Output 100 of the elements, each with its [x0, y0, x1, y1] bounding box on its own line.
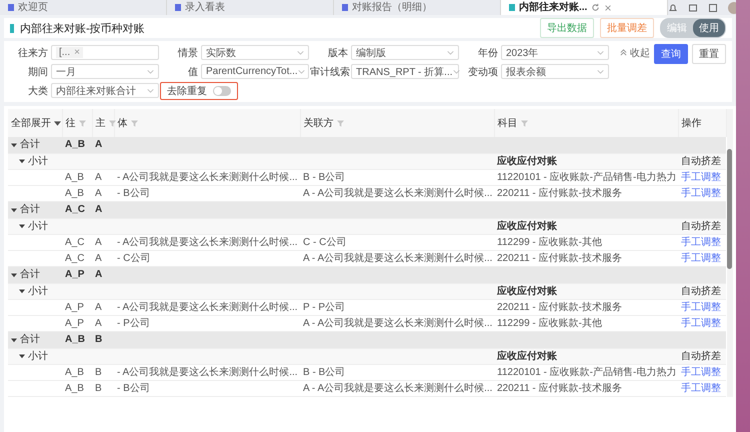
select-field[interactable]: 2023年 — [501, 45, 609, 60]
table-cell: - A公司我就是要这么长来测测什么时候... — [114, 364, 300, 380]
table-cell: A_B — [62, 380, 92, 396]
mode-option[interactable]: 使用 — [693, 19, 725, 37]
caret-icon[interactable] — [11, 142, 17, 148]
filter-label: 值 — [187, 66, 198, 78]
select-field[interactable]: 报表余额 — [501, 64, 609, 79]
dropdown-caret-icon[interactable] — [298, 70, 305, 74]
caret-icon[interactable] — [54, 120, 61, 126]
adjust-link[interactable]: 手工调整 — [681, 302, 721, 313]
select-field[interactable]: 编制版 — [351, 45, 459, 60]
select-field[interactable]: 实际数 — [201, 45, 309, 60]
query-button[interactable]: 查询 — [654, 44, 688, 64]
select-field[interactable]: 一月 — [51, 64, 159, 79]
adjust-link[interactable]: 手工调整 — [681, 383, 721, 394]
adjust-link[interactable]: 手工调整 — [681, 253, 721, 264]
dropdown-caret-icon[interactable] — [147, 88, 154, 92]
caret-icon[interactable] — [11, 336, 17, 342]
caret-icon[interactable] — [19, 353, 25, 359]
dropdown-caret-icon[interactable] — [147, 70, 154, 74]
page-tab[interactable]: 欢迎页 — [0, 0, 167, 15]
close-icon[interactable] — [604, 4, 612, 12]
adjust-link[interactable]: 手工调整 — [681, 318, 721, 329]
column-header[interactable]: 关联方 — [300, 109, 494, 137]
multi-select-field[interactable]: [... × — [51, 45, 159, 60]
table-cell: A_B — [62, 170, 92, 186]
group-cell[interactable]: 合计 — [8, 137, 62, 153]
group-cell[interactable]: 合计 — [8, 202, 62, 218]
table-cell: B — [92, 332, 114, 348]
table-cell: B — [92, 380, 114, 396]
adjust-link[interactable]: 手工调整 — [681, 237, 721, 248]
table-cell: A — [92, 170, 114, 186]
select-field[interactable]: TRANS_RPT - 折算... — [351, 64, 459, 79]
table-cell: A — [92, 300, 114, 316]
table-cell: P - P公司 — [300, 300, 494, 316]
column-header[interactable]: 全部展开 — [8, 109, 62, 137]
adjust-link[interactable]: 手工调整 — [681, 188, 721, 199]
caret-icon[interactable] — [19, 158, 25, 164]
subtotal-cell[interactable]: 小计 — [8, 153, 62, 170]
reset-button[interactable]: 重置 — [692, 44, 726, 64]
adjust-link[interactable]: 手工调整 — [681, 367, 721, 378]
page-icon — [509, 4, 515, 11]
select-field[interactable]: ParentCurrencyTot... — [201, 64, 309, 79]
filter-label: 期间 — [27, 66, 48, 78]
table-cell: A — [92, 137, 114, 153]
collapse-link[interactable]: 收起 — [620, 44, 650, 61]
caret-icon[interactable] — [19, 223, 25, 229]
screen-icon[interactable] — [708, 2, 718, 12]
filter-label: 年份 — [477, 46, 498, 60]
page-tab[interactable]: 录入看表 — [167, 0, 334, 15]
column-header[interactable]: 体 — [114, 109, 300, 137]
table-cell: 自动挤差 — [678, 283, 726, 300]
table-cell: 应收应付对账 — [494, 283, 678, 300]
group-cell[interactable]: 合计 — [8, 266, 62, 283]
table-cell: A — [92, 202, 114, 218]
bell-icon[interactable] — [668, 2, 678, 12]
caret-icon[interactable] — [11, 206, 17, 212]
table-cell: - A公司我就是要这么长来测测什么时候... — [114, 300, 300, 316]
scrollbar-thumb[interactable] — [726, 149, 732, 269]
double-chevron-icon[interactable] — [620, 49, 627, 56]
column-header[interactable]: 主 — [92, 109, 114, 137]
column-header[interactable]: 操作 — [678, 109, 726, 137]
table-cell: A_P — [62, 266, 92, 283]
dropdown-caret-icon[interactable] — [297, 50, 304, 54]
dropdown-caret-icon[interactable] — [597, 70, 604, 74]
table-cell: A_B — [62, 137, 92, 153]
filter-label: 版本 — [327, 46, 348, 60]
dropdown-caret-icon[interactable] — [452, 70, 460, 74]
table-cell: B — [92, 364, 114, 380]
subtotal-cell[interactable]: 小计 — [8, 283, 62, 300]
table-cell: A_C — [62, 202, 92, 218]
page-icon — [175, 4, 181, 11]
table-cell: A — [92, 234, 114, 250]
table-cell: - A公司我就是要这么长来测测什么时候... — [114, 234, 300, 250]
table-cell: 220211 - 应付账款-技术服务 — [494, 380, 678, 396]
adjust-link[interactable]: 手工调整 — [681, 172, 721, 183]
subtotal-cell[interactable]: 小计 — [8, 348, 62, 364]
page-tab[interactable]: 内部往来对账... — [501, 0, 668, 15]
table-cell: 自动挤差 — [678, 348, 726, 364]
column-header[interactable]: 往 — [62, 109, 92, 137]
group-cell[interactable]: 合计 — [8, 332, 62, 348]
table-cell: 应收应付对账 — [494, 218, 678, 234]
table-cell: 应收应付对账 — [494, 348, 678, 364]
column-header[interactable]: 科目 — [494, 109, 678, 137]
dropdown-caret-icon[interactable] — [447, 50, 454, 54]
caret-icon[interactable] — [19, 288, 25, 294]
filter-label: 情景 — [176, 46, 198, 60]
dropdown-caret-icon[interactable] — [597, 50, 604, 54]
toggle-switch[interactable] — [213, 86, 231, 96]
table-cell: - A公司我就是要这么长来测测什么时候... — [114, 170, 300, 186]
subtotal-cell[interactable]: 小计 — [8, 218, 62, 234]
table-cell: C - C公司 — [300, 234, 494, 250]
filter-label: 往来方 — [17, 46, 48, 60]
caret-icon[interactable] — [11, 272, 17, 278]
refresh-icon[interactable] — [591, 3, 600, 12]
page-icon — [8, 4, 14, 11]
window-icon[interactable] — [688, 2, 698, 12]
page-icon — [342, 4, 348, 11]
select-field[interactable]: 内部往来对账合计 — [51, 83, 159, 98]
filter-label: 大类 — [27, 84, 48, 98]
